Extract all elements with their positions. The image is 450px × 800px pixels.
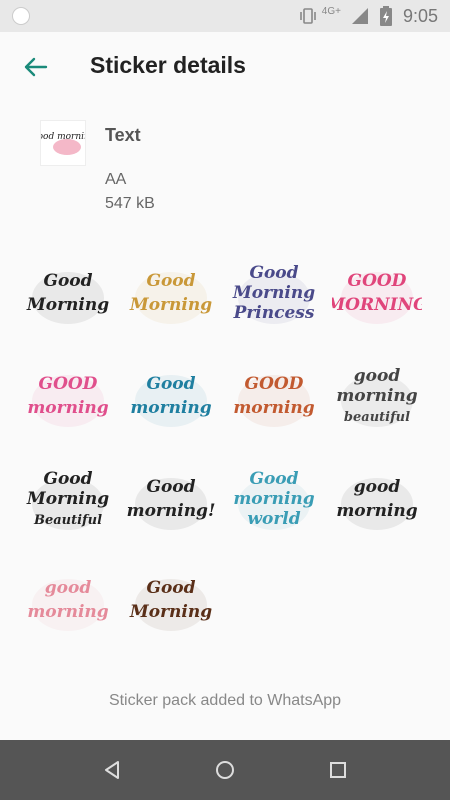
sticker-text: Good [249, 263, 298, 283]
sticker-text: morning [130, 398, 211, 418]
system-nav-bar [0, 740, 450, 800]
sticker-text: GOOD [39, 374, 98, 394]
sticker-item[interactable]: Good Morning [23, 248, 113, 338]
pack-name: Text [105, 125, 141, 145]
sticker-item[interactable]: good morning beautiful [332, 351, 422, 441]
svg-text:Good morning: Good morning [41, 132, 85, 142]
sticker-art: Good morning! [127, 477, 216, 530]
sticker-art: good morning [27, 578, 109, 631]
sticker-art: Good morning [130, 374, 212, 427]
sticker-text: morning [27, 398, 108, 418]
sticker-item[interactable]: good morning [23, 555, 113, 645]
sticker-text: good [354, 477, 401, 497]
sticker-text: good [45, 578, 92, 598]
sticker-item[interactable]: GOOD MORNING [332, 248, 422, 338]
sticker-art: good morning [336, 477, 418, 530]
sticker-text: morning [336, 386, 417, 406]
sticker-art: GoodMorning Beautiful [26, 469, 109, 530]
vibrate-icon [299, 8, 316, 24]
pack-tray-icon: Good morning [30, 120, 96, 166]
nav-home-icon[interactable] [213, 758, 237, 782]
pack-author: AA [105, 171, 127, 188]
sticker-art: Good Morning [26, 271, 109, 324]
sticker-text: Good [146, 374, 195, 394]
sticker-text: good [354, 366, 401, 386]
sticker-item[interactable]: Good Morning [126, 248, 216, 338]
sticker-text: Morning [129, 602, 212, 622]
sticker-text: morning [233, 489, 314, 509]
sticker-text: morning [27, 602, 108, 622]
clock: 9:05 [402, 5, 438, 26]
sticker-text: Princess [233, 303, 315, 323]
nav-recents-icon[interactable] [326, 758, 350, 782]
sticker-art: Goodmorningworld [233, 469, 315, 530]
sticker-item[interactable]: Good morning [126, 351, 216, 441]
sticker-text: Good [43, 469, 92, 489]
sticker-art: Good Morning [129, 578, 212, 631]
sticker-item[interactable]: Good Morning Beautiful [23, 454, 113, 544]
sticker-text: MORNING [332, 295, 422, 315]
sticker-text: morning! [127, 501, 216, 521]
sticker-item[interactable]: Good Morning [126, 555, 216, 645]
pack-size: 547 kB [105, 195, 155, 212]
sticker-art: GOOD morning [27, 374, 109, 427]
sticker-text: Good [249, 469, 298, 489]
sticker-item[interactable]: Good morning world [229, 454, 319, 544]
sticker-art: GoodMorningPrincess [232, 263, 315, 324]
back-arrow-icon[interactable] [20, 52, 50, 82]
sticker-text: GOOD [245, 374, 304, 394]
sticker-item[interactable]: good morning [332, 454, 422, 544]
battery-charging-icon [379, 6, 392, 26]
signal-icon [351, 8, 368, 24]
status-bar: 4G+ 9:05 [0, 0, 450, 32]
sticker-item[interactable]: GOOD morning [229, 351, 319, 441]
sticker-art: goodmorning beautiful [336, 366, 418, 427]
app-bar: Sticker details [0, 32, 450, 102]
sticker-text: Morning [129, 295, 212, 315]
page-title: Sticker details [90, 52, 246, 78]
notification-icon [12, 7, 30, 25]
sticker-text: world [247, 509, 300, 529]
sticker-item[interactable]: Good Morning Princess [229, 248, 319, 338]
sticker-text: Beautiful [33, 513, 102, 528]
sticker-text: Morning [232, 283, 315, 303]
sticker-text: Morning [26, 489, 109, 509]
sticker-text: morning [233, 398, 314, 418]
sticker-text: Good [43, 271, 92, 291]
sticker-text: Good [146, 477, 195, 497]
sticker-item[interactable]: Good morning! [126, 454, 216, 544]
added-status-message: Sticker pack added to WhatsApp [108, 692, 342, 709]
network-type: 4G+ [321, 5, 341, 17]
sticker-art: GOOD MORNING [332, 271, 422, 324]
nav-back-icon[interactable] [100, 758, 124, 782]
sticker-art: Good Morning [129, 271, 212, 324]
sticker-item[interactable]: GOOD morning [23, 351, 113, 441]
sticker-art: GOOD morning [233, 374, 315, 427]
sticker-text: Good [146, 578, 195, 598]
sticker-text: beautiful [344, 410, 410, 425]
sticker-text: Good [146, 271, 195, 291]
sticker-text: morning [336, 501, 417, 521]
sticker-text: Morning [26, 295, 109, 315]
sticker-text: GOOD [348, 271, 407, 291]
